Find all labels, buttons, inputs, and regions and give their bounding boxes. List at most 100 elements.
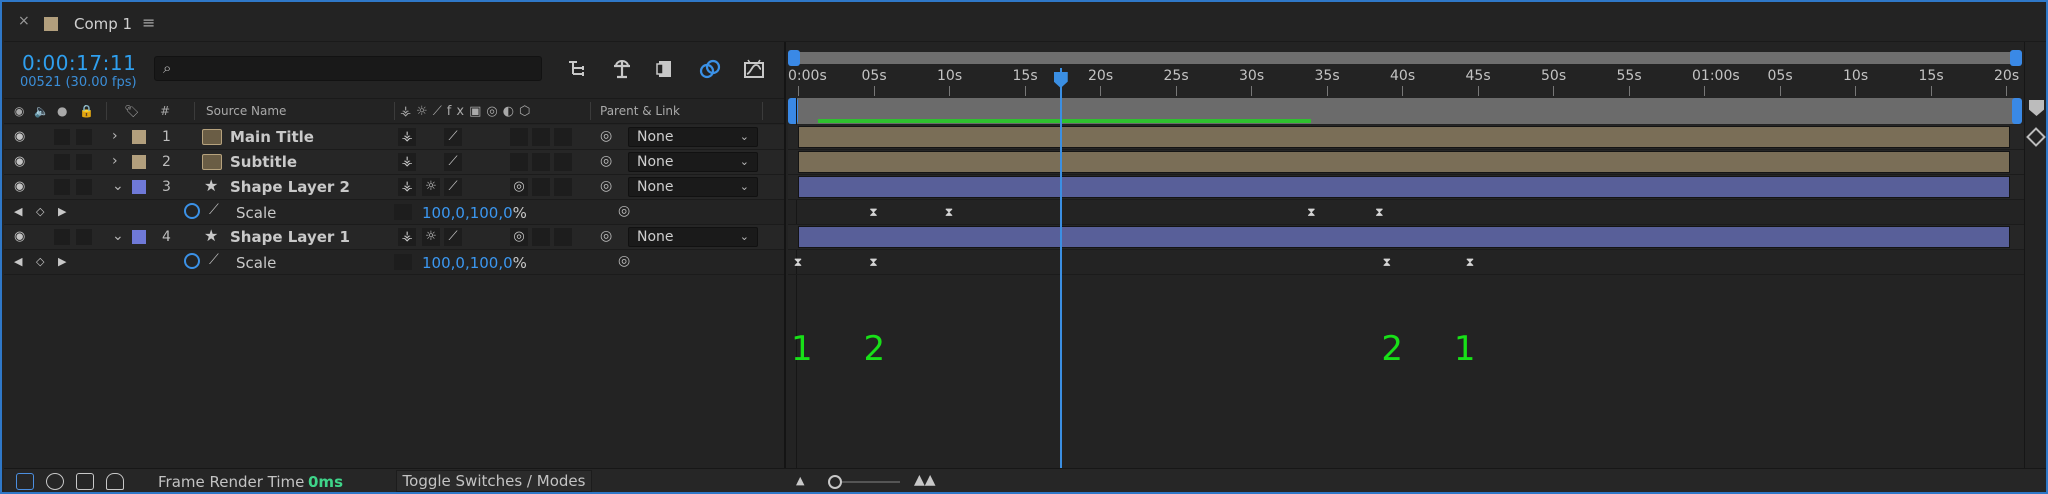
motion-blur-switch[interactable] — [510, 153, 528, 171]
property-track[interactable]: ⧗ ⧗ ⧗ ⧗ — [788, 250, 2024, 275]
keyframe-marker[interactable]: ⧗ — [793, 255, 803, 269]
keyframe-marker[interactable]: ⧗ — [869, 255, 879, 269]
zoom-out-icon[interactable]: ▲ — [796, 474, 804, 487]
3d-layer-switch[interactable] — [554, 128, 572, 146]
video-column-icon[interactable]: ◉ — [14, 104, 24, 118]
twirl-collapse-icon[interactable]: ⌄ — [112, 178, 124, 194]
motion-blur-switch[interactable] — [510, 128, 528, 146]
layer-name[interactable]: Shape Layer 1 — [230, 228, 350, 246]
quality-switch[interactable]: ⟋ — [444, 128, 462, 146]
layer-duration-bar[interactable] — [798, 126, 2010, 148]
panel-menu-icon[interactable]: ≡ — [142, 13, 155, 32]
motion-blur-switch[interactable]: ◎ — [510, 228, 528, 246]
parent-pickwhip-icon[interactable]: ◎ — [600, 153, 612, 169]
lock-toggle[interactable] — [76, 179, 92, 195]
current-time-indicator-line[interactable] — [1059, 68, 1062, 468]
in-out-pane-icon[interactable] — [76, 473, 94, 490]
solo-toggle[interactable] — [54, 179, 70, 195]
continuously-rasterize-switch[interactable]: ☼ — [422, 228, 440, 246]
twirl-expand-icon[interactable]: › — [112, 153, 118, 169]
hide-shy-layers-icon[interactable] — [654, 57, 678, 81]
continuously-rasterize-switch[interactable]: ☼ — [422, 178, 440, 196]
shy-switch[interactable]: ⚶ — [398, 178, 416, 196]
shy-switch[interactable]: ⚶ — [398, 228, 416, 246]
layer-label-swatch[interactable] — [132, 180, 146, 194]
transfer-controls-pane-icon[interactable] — [46, 473, 64, 490]
solo-toggle[interactable] — [54, 229, 70, 245]
keyframe-marker[interactable]: ⧗ — [944, 205, 954, 219]
layer-row[interactable]: ◉ ⌄ 4 ★ Shape Layer 1 ⚶ ☼ ⟋ ◎ ◎ None ⌄ — [4, 225, 784, 250]
property-pickwhip-icon[interactable]: ◎ — [618, 253, 630, 269]
quality-switch[interactable]: ⟋ — [444, 153, 462, 171]
layer-label-swatch[interactable] — [132, 130, 146, 144]
parent-dropdown[interactable]: None ⌄ — [628, 127, 758, 147]
audio-column-icon[interactable]: 🔈 — [34, 104, 49, 118]
property-value-number[interactable]: 100,0,100,0 — [422, 254, 513, 272]
property-row[interactable]: ◀ ◇ ▶ ⟋ Scale 100,0,100,0% ◎ — [4, 200, 784, 225]
shy-switch[interactable]: ⚶ — [398, 128, 416, 146]
source-name-column[interactable]: Source Name — [206, 104, 286, 118]
graph-editor-icon[interactable] — [742, 57, 766, 81]
video-toggle-eye-icon[interactable]: ◉ — [14, 179, 25, 194]
layer-label-swatch[interactable] — [132, 155, 146, 169]
property-value-number[interactable]: 100,0,100,0 — [422, 204, 513, 222]
expression-toggle[interactable] — [394, 204, 412, 220]
layer-number-column[interactable]: # — [160, 104, 170, 118]
property-pickwhip-icon[interactable]: ◎ — [618, 203, 630, 219]
lock-toggle[interactable] — [76, 154, 92, 170]
work-area-end-handle[interactable] — [2012, 98, 2022, 124]
collapse-switch[interactable] — [422, 128, 440, 146]
3d-layer-switch[interactable] — [554, 228, 572, 246]
layer-name[interactable]: Shape Layer 2 — [230, 178, 350, 196]
shy-switch[interactable]: ⚶ — [398, 153, 416, 171]
enable-frame-blending-icon[interactable] — [698, 57, 722, 81]
adjustment-layer-switch[interactable] — [532, 178, 550, 196]
keyframe-marker[interactable]: ⧗ — [1465, 255, 1475, 269]
keyframe-marker[interactable]: ⧗ — [1382, 255, 1392, 269]
layer-label-swatch[interactable] — [132, 230, 146, 244]
layer-switches-pane-icon[interactable] — [16, 473, 34, 490]
3d-layer-switch[interactable] — [554, 153, 572, 171]
graph-icon[interactable]: ⟋ — [209, 202, 219, 218]
zoom-slider-knob[interactable] — [828, 475, 842, 489]
stopwatch-icon[interactable] — [184, 203, 200, 219]
toggle-switches-modes-button[interactable]: Toggle Switches / Modes — [396, 470, 592, 492]
comp-tab-title[interactable]: Comp 1 — [74, 15, 132, 33]
layer-track[interactable] — [788, 175, 2024, 200]
layer-row[interactable]: ◉ › 1 Main Title ⚶ ⟋ ◎ None ⌄ — [4, 125, 784, 150]
previous-keyframe-icon[interactable]: ◀ — [14, 255, 22, 268]
property-track[interactable]: ⧗ ⧗ ⧗ ⧗ — [788, 200, 2024, 225]
add-keyframe-icon[interactable]: ◇ — [36, 255, 44, 268]
render-time-pane-icon[interactable] — [106, 473, 124, 490]
previous-keyframe-icon[interactable]: ◀ — [14, 205, 22, 218]
time-ruler[interactable]: 0:00s 05s 10s 15s 20s 25s 30s 35s 40s 45s 50s 55s 01… — [788, 68, 2020, 98]
layer-name[interactable]: Main Title — [230, 128, 314, 146]
time-navigator-end-handle[interactable] — [2010, 50, 2022, 66]
adjustment-layer-switch[interactable] — [532, 153, 550, 171]
layer-duration-bar[interactable] — [798, 226, 2010, 248]
keyframe-marker[interactable]: ⧗ — [1374, 205, 1384, 219]
property-value[interactable]: 100,0,100,0% — [422, 204, 527, 222]
parent-dropdown[interactable]: None ⌄ — [628, 177, 758, 197]
parent-dropdown[interactable]: None ⌄ — [628, 227, 758, 247]
graph-icon[interactable]: ⟋ — [209, 252, 219, 268]
switches-column-icons[interactable]: ⚶☼⟋fx▣◎◐⬡ — [400, 104, 535, 119]
timeline-graph-area[interactable]: 0:00s 05s 10s 15s 20s 25s 30s 35s 40s 45s 50s 55s 01… — [788, 42, 2046, 468]
draft-3d-icon[interactable] — [610, 57, 634, 81]
stopwatch-icon[interactable] — [184, 253, 200, 269]
solo-column-icon[interactable]: ● — [57, 104, 67, 118]
parent-pickwhip-icon[interactable]: ◎ — [600, 178, 612, 194]
video-toggle-eye-icon[interactable]: ◉ — [14, 129, 25, 144]
composition-mini-flowchart-icon[interactable] — [566, 57, 590, 81]
layer-track[interactable] — [788, 125, 2024, 150]
keyframe-marker[interactable]: ⧗ — [869, 205, 879, 219]
parent-pickwhip-icon[interactable]: ◎ — [600, 228, 612, 244]
next-keyframe-icon[interactable]: ▶ — [58, 205, 66, 218]
layer-duration-bar[interactable] — [798, 176, 2010, 198]
next-keyframe-icon[interactable]: ▶ — [58, 255, 66, 268]
adjustment-layer-switch[interactable] — [532, 228, 550, 246]
video-toggle-eye-icon[interactable]: ◉ — [14, 154, 25, 169]
label-column-icon[interactable]: 🏷 — [124, 104, 139, 118]
quality-switch[interactable]: ⟋ — [444, 228, 462, 246]
expression-toggle[interactable] — [394, 254, 412, 270]
